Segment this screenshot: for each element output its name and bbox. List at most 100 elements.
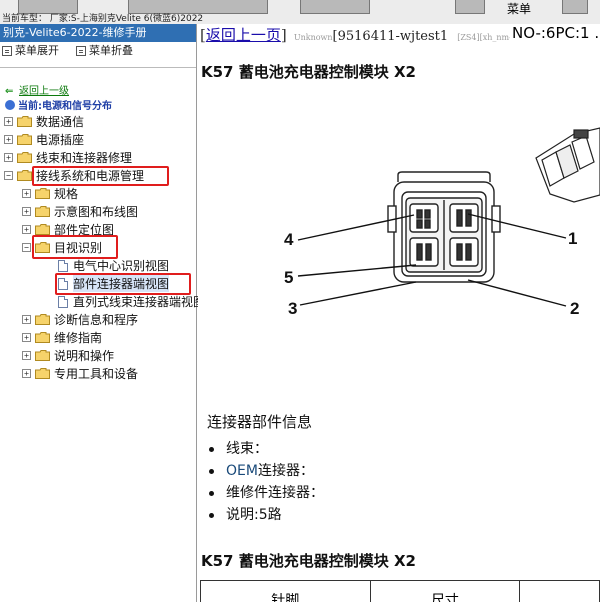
pin-label-1: 1: [568, 229, 577, 248]
list-item: OEM连接器：: [208, 460, 324, 482]
folder-icon: [17, 134, 32, 145]
pin-label-2: 2: [570, 299, 579, 318]
folder-icon: [35, 350, 50, 361]
navigation-panel: 别克-Velite6-2022-维修手册 菜单展开 菜单折叠 ⇐ 返回上一级 当前…: [0, 24, 205, 602]
tree-item[interactable]: − 目视识别: [22, 239, 102, 256]
list-item: 维修件连接器：: [208, 482, 324, 504]
document-view: [返回上一页] Unknown[9516411-wjtest1 [ZS4][xh…: [198, 24, 600, 602]
document-icon: [58, 295, 68, 308]
expand-toggle[interactable]: +: [22, 315, 31, 324]
back-arrow-icon: ⇐: [5, 86, 14, 97]
connector-info-list: 线束： OEM连接器： 维修件连接器： 说明:5路: [208, 438, 324, 526]
expand-all-button[interactable]: 菜单展开: [2, 42, 59, 60]
back-up-level-link[interactable]: ⇐ 返回上一级: [5, 82, 69, 97]
tree-item[interactable]: + 数据通信: [4, 113, 84, 130]
document-icon: [58, 259, 68, 272]
expand-toggle[interactable]: +: [22, 333, 31, 342]
tree-item-label: 接线系统和电源管理: [36, 169, 145, 183]
expand-toggle[interactable]: +: [22, 207, 31, 216]
connector-info-title: 连接器部件信息: [207, 413, 313, 431]
collapse-toggle[interactable]: −: [4, 171, 13, 180]
expand-toggle[interactable]: +: [4, 153, 13, 162]
open-folder-icon: [17, 170, 32, 181]
tree-item-label: 直列式线束连接器端视图: [73, 295, 206, 309]
app-window: 当前车型： 厂家:S-上海别克Velite 6(微蓝6)2022 菜单 别克-V…: [0, 0, 600, 602]
current-node-label: 当前:电源和信号分布: [5, 97, 112, 112]
pin-label-4: 4: [284, 230, 294, 249]
expand-toggle[interactable]: +: [22, 225, 31, 234]
expand-bar: 菜单展开 菜单折叠: [0, 42, 196, 60]
table-header-row: 针脚 尺寸: [200, 580, 600, 602]
tree-item[interactable]: − 接线系统和电源管理: [4, 167, 144, 184]
tree-item[interactable]: + 说明和操作: [22, 347, 114, 364]
tree-item-label: 数据通信: [36, 115, 85, 129]
connector-side-view: [535, 127, 600, 203]
pin-label-3: 3: [288, 299, 297, 318]
tree-item[interactable]: + 线束和连接器修理: [4, 149, 132, 166]
document-number: NO-:6PC:1 .2: [510, 24, 600, 42]
tree-item[interactable]: + 专用工具和设备: [22, 365, 138, 382]
tree-item[interactable]: + 示意图和布线图: [22, 203, 138, 220]
tree-item[interactable]: + 电源插座: [4, 131, 84, 148]
toolbar-button[interactable]: [455, 0, 485, 14]
toolbar-button[interactable]: [300, 0, 370, 14]
tree-item[interactable]: + 诊断信息和程序: [22, 311, 138, 328]
tree-item-label: 部件定位图: [54, 223, 115, 237]
folder-icon: [35, 314, 50, 325]
tree-item[interactable]: 电气中心识别视图: [58, 257, 169, 274]
collapse-toggle[interactable]: −: [22, 243, 31, 252]
table-header-cell: 针脚: [200, 580, 371, 602]
section-title: K57 蓄电池充电器控制模块 X2: [201, 552, 416, 570]
folder-icon: [35, 206, 50, 217]
folder-icon: [35, 188, 50, 199]
pin-table: 针脚 尺寸: [200, 580, 600, 602]
folder-icon: [17, 152, 32, 163]
folder-icon: [35, 368, 50, 379]
vehicle-info: 当前车型： 厂家:S-上海别克Velite 6(微蓝6)2022: [2, 14, 204, 24]
tree-item[interactable]: + 部件定位图: [22, 221, 114, 238]
list-item: 线束：: [208, 438, 324, 460]
connector-diagram: 1 2 3 4 5: [284, 127, 600, 318]
folder-icon: [35, 224, 50, 235]
tree-item-label: 电源插座: [36, 133, 85, 147]
tree-item-label: 目视识别: [54, 241, 103, 255]
document-header: [返回上一页] Unknown[9516411-wjtest1 [ZS4][xh…: [200, 26, 545, 44]
document-icon: [58, 277, 68, 290]
doc-meta: Unknown: [293, 33, 333, 42]
location-pin-icon: [5, 100, 15, 110]
tree-item-label: 部件连接器端视图: [73, 275, 170, 292]
table-header-cell: [519, 580, 600, 602]
tree-item-label: 示意图和布线图: [54, 205, 139, 219]
folder-icon: [35, 332, 50, 343]
back-to-previous-page-link[interactable]: 返回上一页: [206, 26, 281, 44]
expand-toggle[interactable]: +: [22, 369, 31, 378]
list-icon: [2, 46, 12, 56]
tree-item-label: 专用工具和设备: [54, 367, 139, 381]
collapse-all-button[interactable]: 菜单折叠: [76, 42, 133, 60]
pin-label-5: 5: [284, 268, 293, 287]
menu-button[interactable]: 菜单: [507, 0, 531, 17]
folder-icon: [17, 116, 32, 127]
module-title: K57 蓄电池充电器控制模块 X2: [201, 63, 416, 81]
tree-item-label: 诊断信息和程序: [54, 313, 139, 327]
tree-item-label: 电气中心识别视图: [73, 259, 170, 273]
toolbar-button[interactable]: [562, 0, 588, 14]
expand-toggle[interactable]: +: [4, 117, 13, 126]
open-folder-icon: [35, 242, 50, 253]
tree-item-selected[interactable]: 部件连接器端视图: [58, 275, 170, 292]
tree-item-label: 线束和连接器修理: [36, 151, 133, 165]
manual-title: 别克-Velite6-2022-维修手册: [0, 24, 196, 42]
tree-item[interactable]: + 规格: [22, 185, 78, 202]
top-bar: 当前车型： 厂家:S-上海别克Velite 6(微蓝6)2022 菜单: [0, 0, 600, 24]
list-icon: [76, 46, 86, 56]
expand-toggle[interactable]: +: [22, 189, 31, 198]
tree-item[interactable]: 直列式线束连接器端视图: [58, 293, 205, 310]
list-item: 说明:5路: [208, 504, 324, 526]
tree-item[interactable]: + 维修指南: [22, 329, 102, 346]
tree-item-label: 说明和操作: [54, 349, 115, 363]
expand-toggle[interactable]: +: [22, 351, 31, 360]
tree-item-label: 维修指南: [54, 331, 103, 345]
doc-user: [9516411-wjtest1: [332, 29, 449, 44]
tree-item-label: 规格: [54, 187, 79, 201]
expand-toggle[interactable]: +: [4, 135, 13, 144]
